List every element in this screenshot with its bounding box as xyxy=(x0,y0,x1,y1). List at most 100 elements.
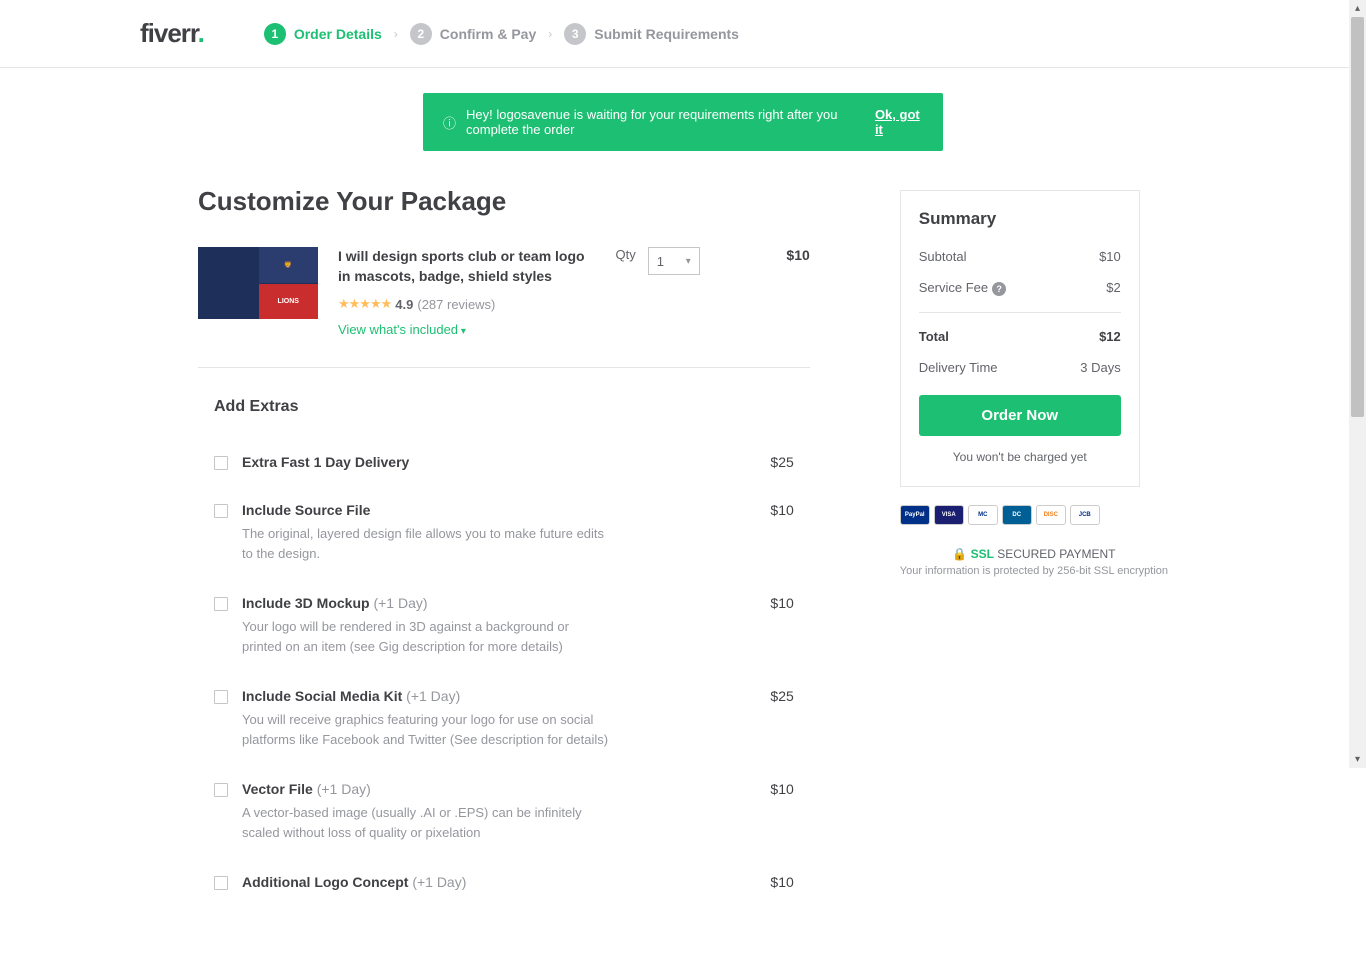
logo-text: fiverr xyxy=(140,18,198,48)
info-icon: ⓘ xyxy=(443,113,456,132)
extra-price: $25 xyxy=(770,688,793,704)
chevron-right-icon: › xyxy=(394,27,398,41)
extra-desc: Your logo will be rendered in 3D against… xyxy=(242,617,612,656)
page-title: Customize Your Package xyxy=(198,186,810,217)
notification-banner: ⓘ Hey! logosavenue is waiting for your r… xyxy=(423,93,943,151)
help-icon[interactable]: ? xyxy=(992,282,1006,296)
extra-label: Additional Logo Concept xyxy=(242,874,408,890)
delivery-label: Delivery Time xyxy=(919,360,998,375)
extra-social-media-kit: Include Social Media Kit (+1 Day) You wi… xyxy=(198,672,810,765)
checkbox-fast-delivery[interactable] xyxy=(214,456,228,470)
rating-value: 4.9 xyxy=(395,297,413,312)
extra-days: (+1 Day) xyxy=(373,595,427,611)
extra-fast-delivery: Extra Fast 1 Day Delivery $25 xyxy=(198,438,810,486)
step-label-1: Order Details xyxy=(294,26,382,42)
step-badge-1: 1 xyxy=(264,23,286,45)
secure-text: SECURED PAYMENT xyxy=(997,547,1115,561)
subtotal-value: $10 xyxy=(1099,249,1121,264)
summary-title: Summary xyxy=(919,209,1121,229)
logo-dot: . xyxy=(198,18,204,48)
gig-rating: ★★★★★ 4.9 (287 reviews) xyxy=(338,296,596,312)
extra-3d-mockup: Include 3D Mockup (+1 Day) Your logo wil… xyxy=(198,579,810,672)
order-now-button[interactable]: Order Now xyxy=(919,395,1121,436)
secure-subtext: Your information is protected by 256-bit… xyxy=(900,565,1168,577)
view-included-link[interactable]: View what's included xyxy=(338,322,596,337)
step-confirm-pay: 2 Confirm & Pay xyxy=(410,23,536,45)
summary-delivery-row: Delivery Time 3 Days xyxy=(919,360,1121,375)
checkbox-3d-mockup[interactable] xyxy=(214,597,228,611)
secure-payment-label: 🔒 SSL SECURED PAYMENT xyxy=(900,547,1168,561)
fee-value: $2 xyxy=(1106,280,1120,296)
extra-source-file: Include Source File The original, layere… xyxy=(198,486,810,579)
discover-icon: DISC xyxy=(1036,505,1066,525)
summary-fee-row: Service Fee? $2 xyxy=(919,280,1121,296)
extra-desc: You will receive graphics featuring your… xyxy=(242,710,612,749)
header: fiverr. 1 Order Details › 2 Confirm & Pa… xyxy=(0,0,1366,68)
checkbox-additional-concept[interactable] xyxy=(214,876,228,890)
extra-days: (+1 Day) xyxy=(406,688,460,704)
gig-title[interactable]: I will design sports club or team logo i… xyxy=(338,247,596,286)
gig-price: $10 xyxy=(770,247,810,337)
diners-icon: DC xyxy=(1002,505,1032,525)
step-badge-3: 3 xyxy=(564,23,586,45)
extra-label: Include 3D Mockup xyxy=(242,595,370,611)
chevron-right-icon: › xyxy=(548,27,552,41)
delivery-value: 3 Days xyxy=(1080,360,1120,375)
qty-select[interactable]: 1 xyxy=(648,247,700,275)
extra-price: $10 xyxy=(770,874,793,890)
step-badge-2: 2 xyxy=(410,23,432,45)
extra-label: Include Social Media Kit xyxy=(242,688,402,704)
extra-desc: The original, layered design file allows… xyxy=(242,524,612,563)
thumb-main: LIONS🦁 xyxy=(198,247,258,319)
fee-label: Service Fee? xyxy=(919,280,1006,296)
extra-days: (+1 Day) xyxy=(317,781,371,797)
jcb-icon: JCB xyxy=(1070,505,1100,525)
summary-subtotal-row: Subtotal $10 xyxy=(919,249,1121,264)
checkbox-social-media[interactable] xyxy=(214,690,228,704)
extra-price: $25 xyxy=(770,454,793,470)
paypal-icon: PayPal xyxy=(900,505,930,525)
subtotal-label: Subtotal xyxy=(919,249,967,264)
qty-label: Qty xyxy=(616,247,636,262)
step-order-details[interactable]: 1 Order Details xyxy=(264,23,382,45)
visa-icon: VISA xyxy=(934,505,964,525)
step-submit-requirements: 3 Submit Requirements xyxy=(564,23,739,45)
total-value: $12 xyxy=(1099,329,1121,344)
extra-price: $10 xyxy=(770,595,793,611)
extra-price: $10 xyxy=(770,502,793,518)
no-charge-note: You won't be charged yet xyxy=(919,450,1121,464)
gig-row: LIONS🦁 🦁 LIONS I will design sports club… xyxy=(198,247,810,368)
ssl-label: SSL xyxy=(971,547,994,561)
banner-dismiss-link[interactable]: Ok, got it xyxy=(875,107,923,137)
extra-desc: A vector-based image (usually .AI or .EP… xyxy=(242,803,612,842)
scrollbar-thumb[interactable] xyxy=(1351,17,1364,417)
thumb-alt-2: LIONS xyxy=(259,284,319,320)
extra-price: $10 xyxy=(770,781,793,797)
extra-label: Include Source File xyxy=(242,502,370,518)
checkbox-source-file[interactable] xyxy=(214,504,228,518)
extras-title: Add Extras xyxy=(214,398,810,416)
scroll-down-arrow[interactable]: ▾ xyxy=(1349,751,1366,768)
checkbox-vector-file[interactable] xyxy=(214,783,228,797)
thumb-alt-1: 🦁 xyxy=(259,247,319,283)
checkout-steps: 1 Order Details › 2 Confirm & Pay › 3 Su… xyxy=(264,23,739,45)
extra-days: (+1 Day) xyxy=(412,874,466,890)
gig-thumbnail[interactable]: LIONS🦁 🦁 LIONS xyxy=(198,247,318,319)
extra-additional-concept: Additional Logo Concept (+1 Day) $10 xyxy=(198,858,810,906)
summary-total-row: Total $12 xyxy=(919,312,1121,344)
mastercard-icon: MC xyxy=(968,505,998,525)
vertical-scrollbar[interactable]: ▴ ▾ xyxy=(1349,0,1366,768)
star-icons: ★★★★★ xyxy=(338,296,391,312)
order-summary: Summary Subtotal $10 Service Fee? $2 Tot… xyxy=(900,190,1140,487)
review-count: (287 reviews) xyxy=(417,297,495,312)
extra-vector-file: Vector File (+1 Day) A vector-based imag… xyxy=(198,765,810,858)
total-label: Total xyxy=(919,329,949,344)
fiverr-logo[interactable]: fiverr. xyxy=(140,18,204,49)
scroll-up-arrow[interactable]: ▴ xyxy=(1349,0,1366,17)
step-label-3: Submit Requirements xyxy=(594,26,739,42)
lock-icon: 🔒 xyxy=(952,547,967,561)
extra-label: Extra Fast 1 Day Delivery xyxy=(242,454,409,470)
qty-value: 1 xyxy=(657,254,664,269)
banner-text: Hey! logosavenue is waiting for your req… xyxy=(466,107,875,137)
extra-label: Vector File xyxy=(242,781,313,797)
